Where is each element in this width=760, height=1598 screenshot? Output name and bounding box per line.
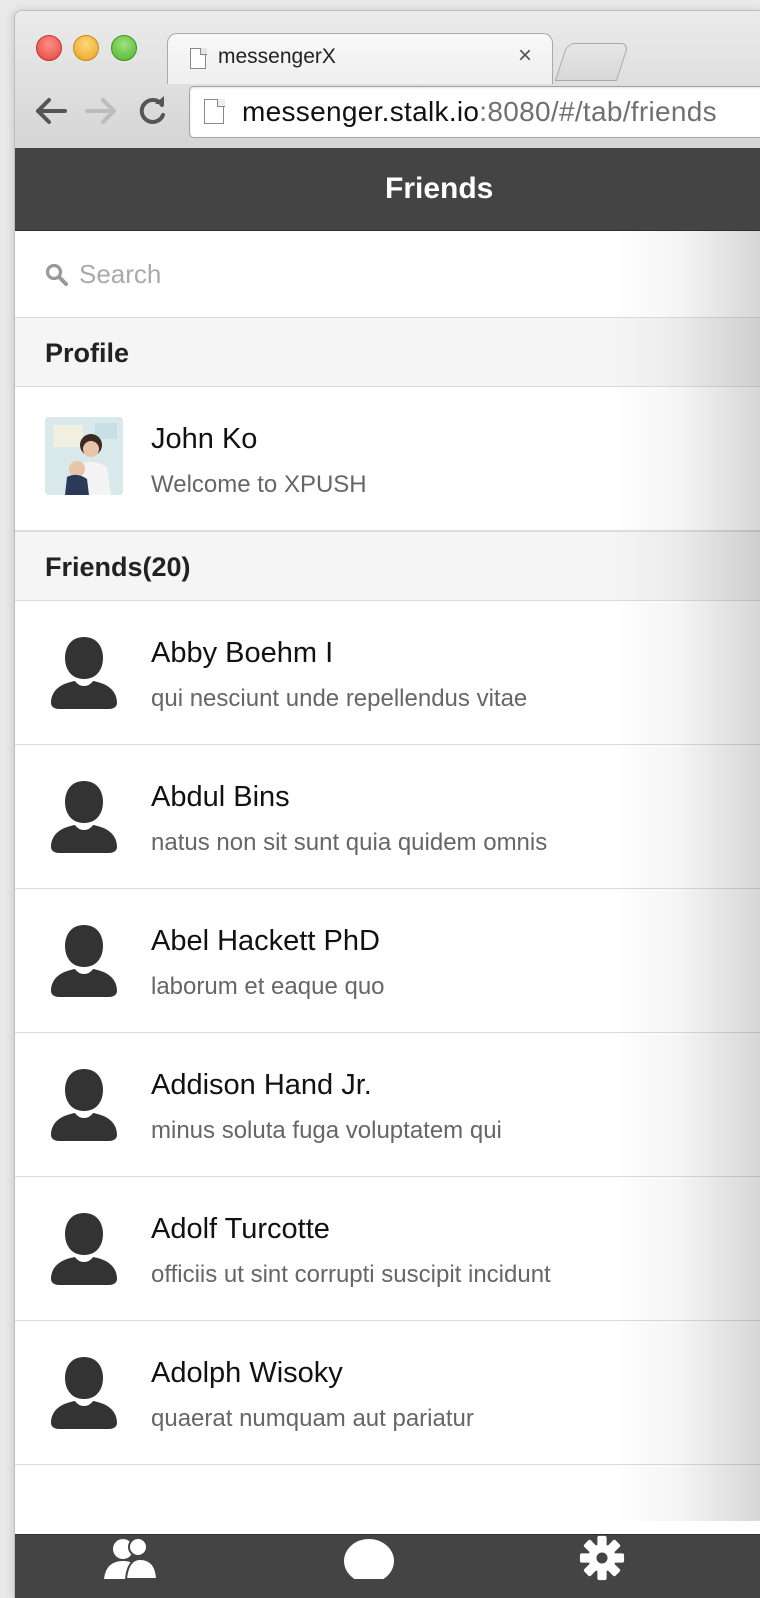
user-silhouette-icon [51,637,117,709]
section-title: Friends(20) [45,552,191,582]
address-bar[interactable]: messenger.stalk.io:8080/#/tab/friends [189,86,760,138]
arrow-left-icon [36,98,67,124]
avatar [45,1063,123,1141]
section-header-profile: Profile [15,317,760,387]
minimize-window-button[interactable] [73,35,99,61]
zoom-window-button[interactable] [111,35,137,61]
profile-avatar [45,417,123,495]
list-item[interactable]: Addison Hand Jr. minus soluta fuga volupt… [15,1033,760,1177]
profile-photo [45,417,123,495]
list-item[interactable]: Abdul Bins natus non sit sunt quia quidem… [15,745,760,889]
reload-button[interactable] [133,91,173,131]
tab-friends[interactable] [70,1535,190,1598]
profile-item[interactable]: John Ko Welcome to XPUSH [15,387,760,531]
url-path: :8080/#/tab/friends [479,96,717,127]
list-item[interactable]: Abel Hackett PhD laborum et eaque quo [15,889,760,1033]
friend-name: Abel Hackett PhD [151,925,380,957]
browser-window: messengerX × messenger.stalk.io:8080/#/t… [14,10,760,1598]
friend-message: qui nesciunt unde repellendus vitae [151,685,528,712]
friend-message: natus non sit sunt quia quidem omnis [151,829,548,856]
browser-chrome: messengerX × messenger.stalk.io:8080/#/t… [15,11,760,149]
profile-name: John Ko [151,423,258,455]
search-input[interactable] [77,253,681,295]
new-tab-button[interactable] [554,43,630,81]
friend-message: minus soluta fuga voluptatem qui [151,1117,502,1144]
search-bar [15,231,760,318]
url-text[interactable]: messenger.stalk.io:8080/#/tab/friends [242,96,717,128]
url-host: messenger.stalk.io [242,96,480,127]
friend-name: Abby Boehm I [151,637,334,669]
back-button[interactable] [31,91,71,131]
avatar [45,631,123,709]
profile-message: Welcome to XPUSH [151,471,367,498]
friend-name: Adolph Wisoky [151,1357,343,1389]
avatar [45,919,123,997]
user-silhouette-icon [51,1213,117,1285]
arrow-right-icon [85,98,116,124]
search-icon [45,263,68,286]
tab-chats[interactable] [309,1535,429,1598]
avatar [45,775,123,853]
list-item[interactable]: Abby Boehm I qui nesciunt unde repellendu… [15,601,760,745]
tab-title: messengerX [218,45,336,68]
reload-icon [139,96,165,124]
friend-message: laborum et eaque quo [151,973,385,1000]
friend-message: officiis ut sint corrupti suscipit incid… [151,1261,551,1288]
user-silhouette-icon [51,1069,117,1141]
chat-bubble-icon [344,1539,394,1579]
close-window-button[interactable] [36,35,62,61]
page-title: Friends [385,172,494,205]
browser-tab[interactable]: messengerX × [167,33,553,84]
section-title: Profile [45,338,130,368]
page-icon [190,48,206,69]
gear-icon [579,1535,625,1581]
avatar [45,1207,123,1285]
user-silhouette-icon [51,781,117,853]
friend-message: quaerat numquam aut pariatur [151,1405,474,1432]
tab-settings[interactable] [542,1535,662,1598]
page-icon [204,98,225,124]
avatar [45,1351,123,1429]
list-item[interactable]: Adolf Turcotte officiis ut sint corrupti … [15,1177,760,1321]
friend-name: Addison Hand Jr. [151,1069,372,1101]
forward-button[interactable] [81,91,121,131]
friend-name: Abdul Bins [151,781,290,813]
people-icon [104,1537,159,1579]
section-header-friends: Friends(20) [15,531,760,601]
user-silhouette-icon [51,1357,117,1429]
friend-name: Adolf Turcotte [151,1213,330,1245]
user-silhouette-icon [51,925,117,997]
list-item[interactable]: Adolph Wisoky quaerat numquam aut pariatu… [15,1321,760,1465]
tab-close-icon[interactable]: × [518,42,532,69]
app-header: Friends [15,148,760,231]
tab-bar [15,1534,760,1598]
